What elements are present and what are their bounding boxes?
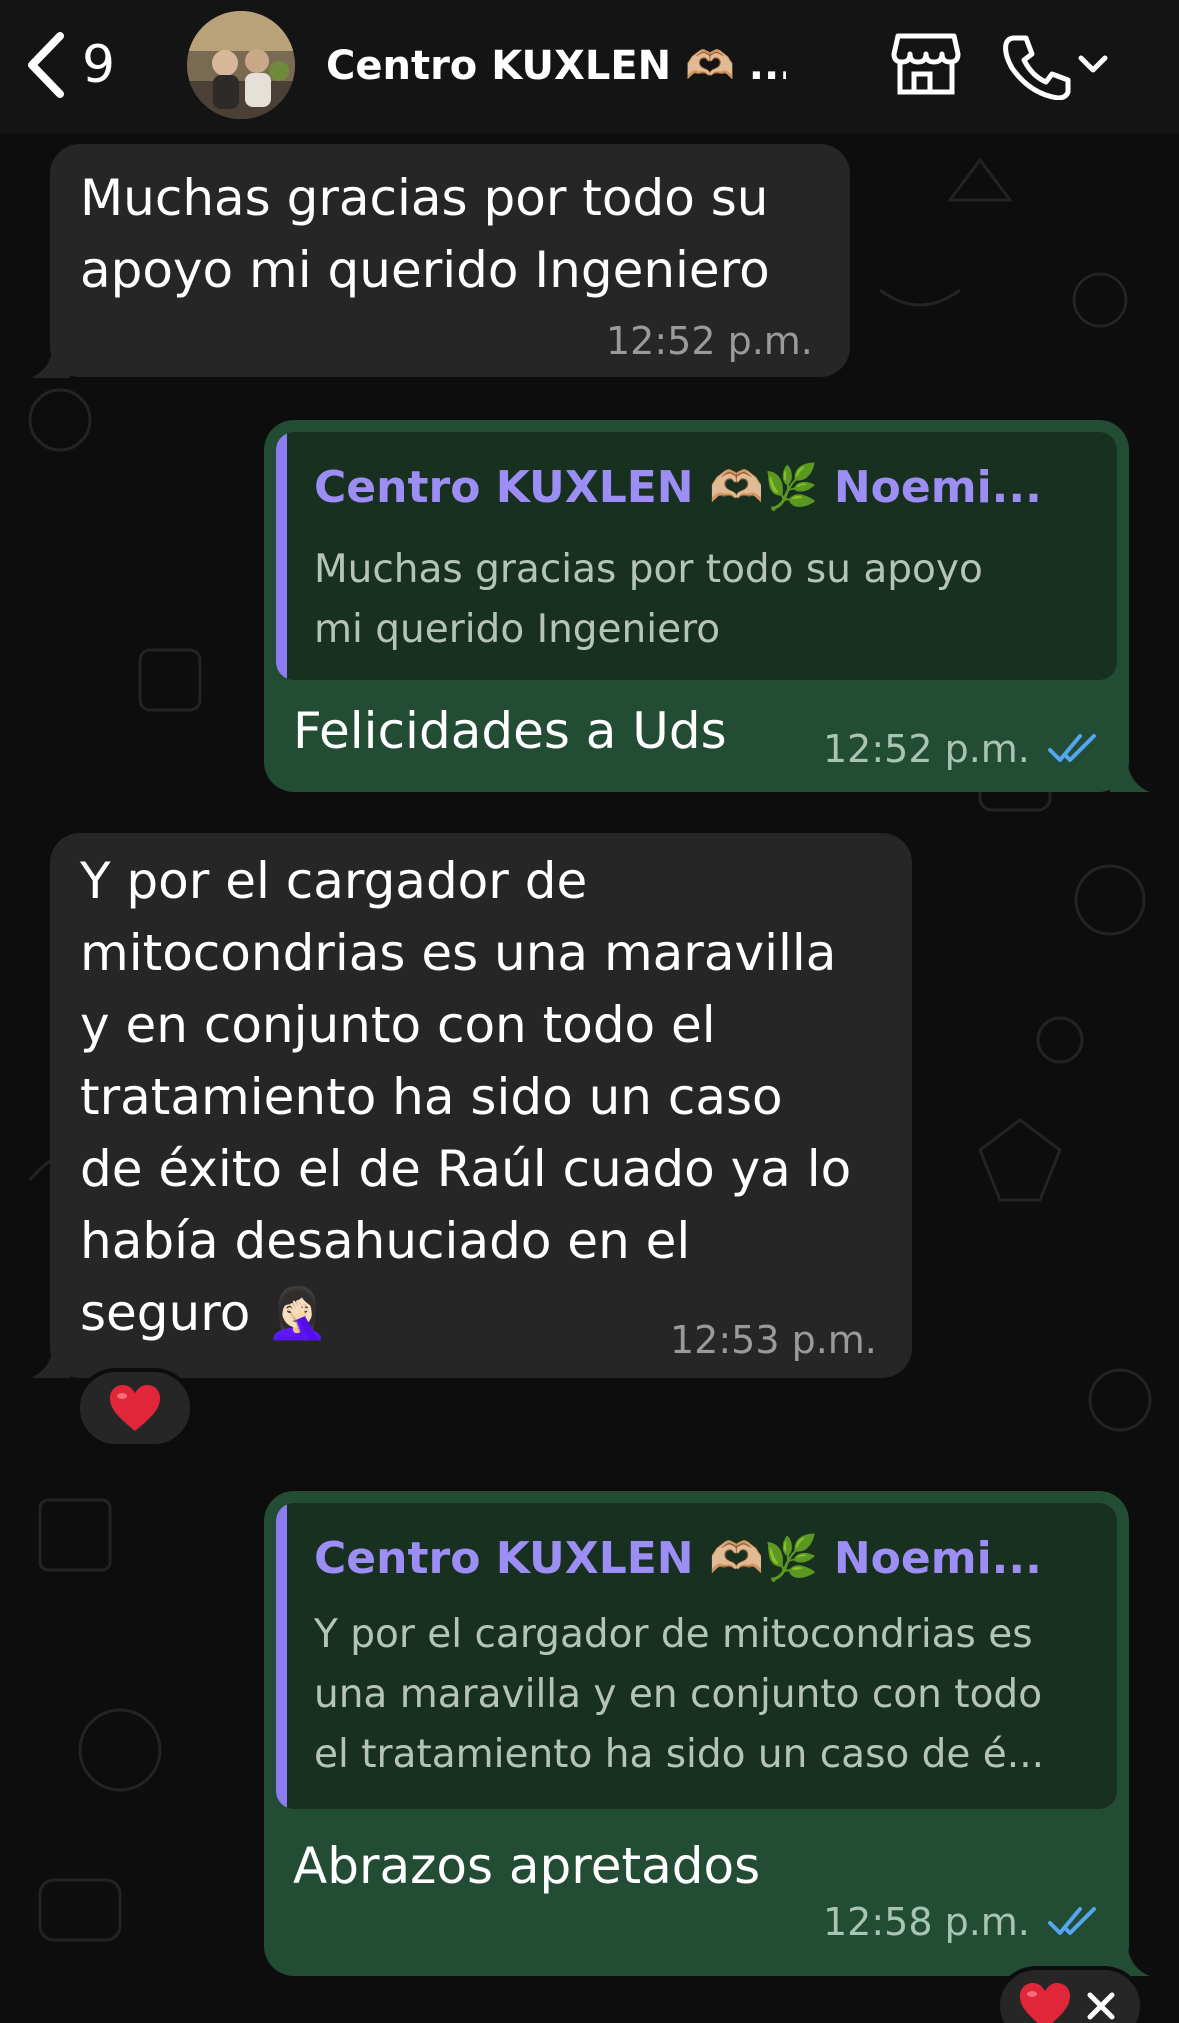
- reaction-badge[interactable]: [996, 1966, 1144, 2023]
- read-receipt-icon: [1048, 1907, 1096, 1935]
- contact-avatar[interactable]: [187, 11, 295, 119]
- quote-accent-bar: [276, 432, 287, 680]
- chat-screen: 9 Centro KUXLEN 🫶🏼 ... Muchas gracias po…: [0, 0, 1179, 2023]
- message-text: Muchas gracias por todo su apoyo mi quer…: [80, 169, 770, 299]
- quote-accent-bar: [276, 1503, 287, 1809]
- message-text: Felicidades a Uds: [293, 702, 727, 760]
- chat-header: 9 Centro KUXLEN 🫶🏼 ...: [0, 0, 1179, 133]
- avatar-photo: [187, 11, 295, 119]
- heart-icon: [110, 1385, 160, 1431]
- message-bubble-outgoing[interactable]: Centro KUXLEN 🫶🏼🌿 Noemi... Y por el carg…: [264, 1491, 1129, 1976]
- message-bubble-incoming[interactable]: Y por el cargador de mitocondrias es una…: [50, 833, 912, 1378]
- bubble-tail: [30, 340, 70, 378]
- message-bubble-incoming[interactable]: Muchas gracias por todo su apoyo mi quer…: [50, 144, 850, 377]
- message-bubble-outgoing[interactable]: Centro KUXLEN 🫶🏼🌿 Noemi... Muchas gracia…: [264, 420, 1129, 792]
- chevron-left-icon: [28, 32, 64, 98]
- contact-name[interactable]: Centro KUXLEN 🫶🏼 ...: [326, 36, 786, 96]
- quote-text: Y por el cargador de mitocondrias es una…: [314, 1612, 1044, 1777]
- quoted-message[interactable]: Centro KUXLEN 🫶🏼🌿 Noemi... Y por el carg…: [276, 1503, 1117, 1809]
- close-icon[interactable]: [1084, 1989, 1118, 2023]
- message-text: Abrazos apretados: [293, 1837, 761, 1895]
- back-button[interactable]: 9: [22, 30, 152, 100]
- message-time: 12:52 p.m.: [823, 727, 1030, 771]
- heart-icon: [1020, 1983, 1070, 2023]
- bubble-tail: [1110, 754, 1150, 792]
- read-receipt-icon: [1048, 734, 1096, 762]
- store-icon[interactable]: [890, 30, 962, 98]
- quote-text: Muchas gracias por todo su apoyo mi quer…: [314, 547, 983, 652]
- phone-icon[interactable]: [1000, 32, 1072, 100]
- reaction-badge[interactable]: [76, 1368, 194, 1448]
- quote-author: Centro KUXLEN 🫶🏼🌿 Noemi...: [314, 1533, 1042, 1584]
- message-text: Y por el cargador de mitocondrias es una…: [80, 852, 852, 1342]
- message-time: 12:52 p.m.: [606, 319, 813, 363]
- unread-count: 9: [82, 35, 116, 95]
- bubble-tail: [30, 1340, 70, 1378]
- quote-author: Centro KUXLEN 🫶🏼🌿 Noemi...: [314, 462, 1042, 513]
- message-time: 12:58 p.m.: [823, 1900, 1030, 1944]
- message-time: 12:53 p.m.: [670, 1318, 877, 1362]
- chevron-down-icon[interactable]: [1076, 50, 1110, 80]
- quoted-message[interactable]: Centro KUXLEN 🫶🏼🌿 Noemi... Muchas gracia…: [276, 432, 1117, 680]
